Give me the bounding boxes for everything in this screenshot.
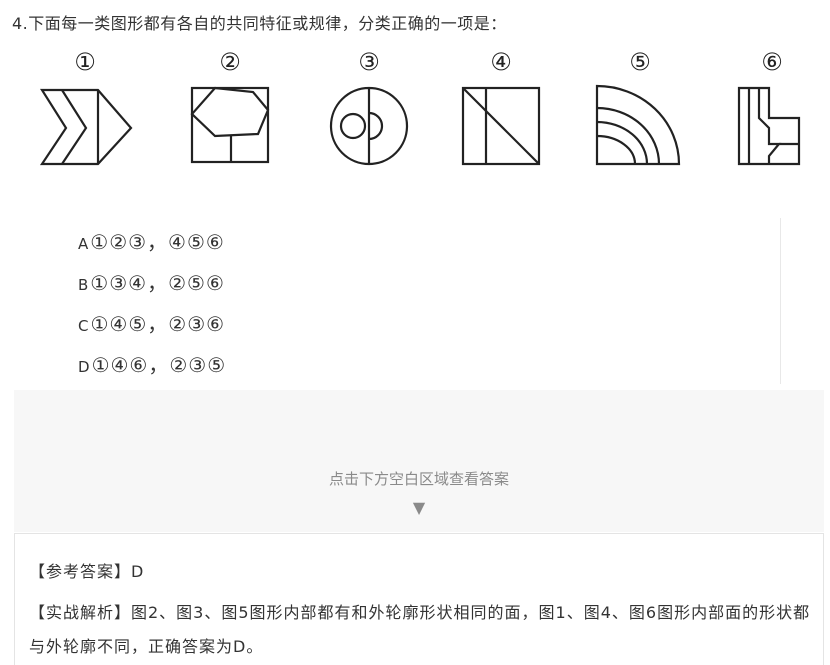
question-text: 4.下面每一类图形都有各自的共同特征或规律，分类正确的一项是： bbox=[12, 14, 507, 33]
options-list: A ①②③，④⑤⑥ B ①③④，②⑤⑥ C ①④⑤，②③⑥ D ①④⑥，②③⑤ bbox=[78, 222, 226, 386]
option-c[interactable]: C ①④⑤，②③⑥ bbox=[78, 304, 226, 345]
figure-4-label: ④ bbox=[490, 48, 512, 76]
reference-answer: 【参考答案】D bbox=[29, 562, 145, 581]
figure-2-label: ② bbox=[219, 48, 241, 76]
option-a-text: ①②③，④⑤⑥ bbox=[90, 230, 225, 254]
figure-6: ⑥ bbox=[717, 48, 827, 167]
figure-6-label: ⑥ bbox=[761, 48, 783, 76]
answer-panel: 【参考答案】D 【实战解析】图2、图3、图5图形内部都有和外轮廓形状相同的面，图… bbox=[14, 533, 824, 665]
reveal-answer-area[interactable]: 点击下方空白区域查看答案 ▼ bbox=[14, 390, 824, 532]
figure-4-shape bbox=[461, 86, 541, 166]
figure-1: ① bbox=[30, 48, 140, 167]
option-b-text: ①③④，②⑤⑥ bbox=[90, 271, 225, 295]
figure-3: ③ bbox=[314, 48, 424, 167]
option-b-letter: B bbox=[78, 276, 89, 294]
option-d-letter: D bbox=[78, 358, 90, 376]
figure-4: ④ bbox=[446, 48, 556, 167]
option-d-text: ①④⑥，②③⑤ bbox=[91, 353, 227, 377]
divider bbox=[780, 218, 781, 384]
option-c-letter: C bbox=[78, 317, 89, 335]
option-d[interactable]: D ①④⑥，②③⑤ bbox=[78, 345, 226, 386]
figure-1-label: ① bbox=[74, 48, 96, 76]
figure-2: ② bbox=[175, 48, 285, 167]
figure-row: ① ② ③ ④ ⑤ ⑥ bbox=[0, 48, 830, 178]
figure-2-shape bbox=[190, 86, 270, 164]
figure-6-shape bbox=[737, 86, 801, 166]
answer-analysis: 【实战解析】图2、图3、图5图形内部都有和外轮廓形状相同的面，图1、图4、图6图… bbox=[29, 603, 811, 656]
option-c-text: ①④⑤，②③⑥ bbox=[90, 312, 226, 336]
chevron-down-icon: ▼ bbox=[412, 498, 426, 517]
figure-5-label: ⑤ bbox=[629, 48, 651, 76]
option-a-letter: A bbox=[78, 235, 89, 253]
figure-5-shape bbox=[595, 84, 681, 166]
reveal-prompt: 点击下方空白区域查看答案 bbox=[328, 470, 509, 488]
option-b[interactable]: B ①③④，②⑤⑥ bbox=[78, 263, 226, 304]
figure-1-shape bbox=[39, 88, 133, 166]
option-a[interactable]: A ①②③，④⑤⑥ bbox=[78, 222, 226, 263]
figure-3-label: ③ bbox=[358, 48, 380, 76]
figure-3-shape bbox=[329, 86, 409, 166]
figure-5: ⑤ bbox=[585, 48, 695, 167]
